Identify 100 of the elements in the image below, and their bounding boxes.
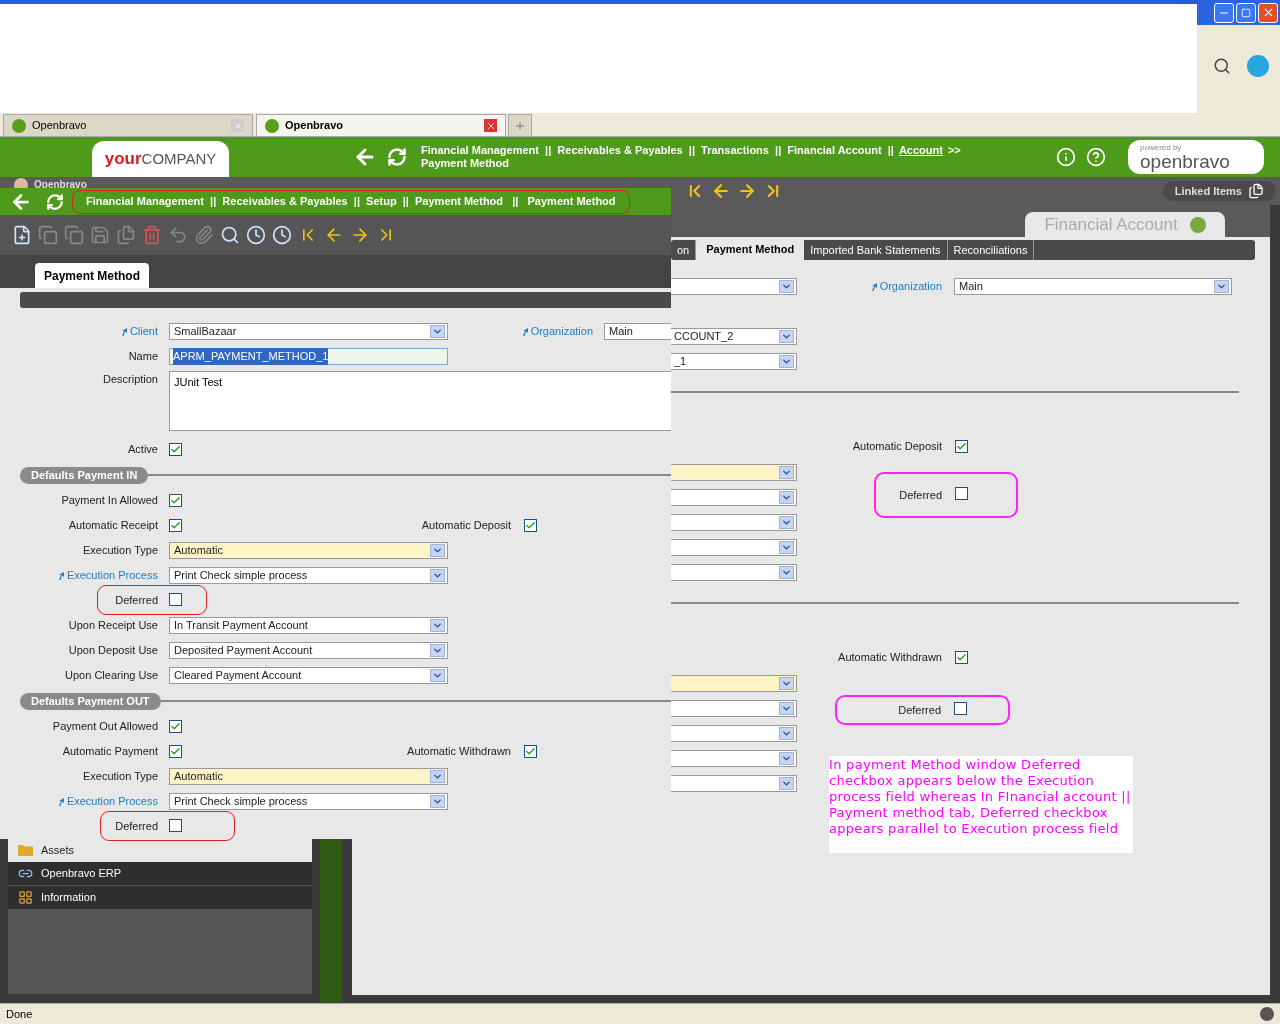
search-icon[interactable] — [1213, 57, 1231, 75]
toolbar-icon[interactable] — [220, 225, 240, 245]
checkbox[interactable] — [169, 442, 182, 456]
dropdown-field[interactable] — [669, 564, 797, 581]
field-label[interactable]: Execution Process — [66, 567, 158, 584]
maximize-button[interactable] — [1236, 2, 1256, 23]
field-label: Deferred — [114, 819, 158, 835]
tab[interactable]: Payment Method — [35, 263, 149, 288]
dropdown-field[interactable] — [669, 725, 797, 742]
close-button[interactable] — [1258, 2, 1278, 23]
breadcrumb-link[interactable]: Account — [898, 144, 943, 157]
dropdown-field[interactable] — [669, 700, 797, 717]
info-icon[interactable] — [1056, 147, 1076, 167]
dropdown-field[interactable]: SmallBazaar — [169, 323, 448, 340]
logo-icon — [12, 118, 26, 133]
dropdown-field[interactable]: Automatic — [169, 542, 448, 559]
text-area[interactable]: JUnit Test — [169, 371, 671, 431]
tab[interactable]: Reconciliations — [947, 240, 1035, 260]
field-label[interactable]: Execution Process — [66, 793, 158, 810]
refresh-icon[interactable] — [46, 192, 64, 211]
caret-icon — [430, 325, 445, 338]
field-label: Upon Clearing Use — [65, 668, 158, 684]
field-label: Automatic Withdrawn — [837, 650, 942, 666]
checkbox[interactable] — [955, 650, 968, 664]
linked-items-button[interactable]: Linked Items — [1162, 181, 1276, 201]
tab[interactable]: Imported Bank Statements — [804, 240, 948, 260]
dropdown-field[interactable]: Print Check simple process — [169, 567, 448, 584]
navigation-icon[interactable] — [737, 181, 757, 201]
caret-icon — [779, 702, 794, 715]
tab[interactable]: Payment Method — [696, 238, 805, 260]
field-label: Name — [127, 349, 158, 365]
dropdown-field[interactable] — [669, 278, 797, 295]
checkbox[interactable] — [524, 518, 537, 532]
close-tab-button[interactable] — [484, 119, 497, 132]
dropdown-field[interactable]: _1 — [669, 353, 797, 370]
minimize-button[interactable] — [1214, 2, 1234, 23]
text-field[interactable]: APRM_PAYMENT_METHOD_1 — [169, 348, 448, 365]
grid-icon — [18, 890, 33, 905]
dropdown-field[interactable] — [669, 464, 797, 481]
logo-icon — [1189, 216, 1206, 233]
dropdown-field[interactable] — [669, 675, 797, 692]
navigation-icon[interactable] — [711, 181, 731, 201]
field-label: Upon Deposit Use — [68, 643, 158, 659]
dropdown-field[interactable] — [669, 514, 797, 531]
field-label: Automatic Deposit — [420, 518, 511, 534]
dropdown-field[interactable]: Print Check simple process — [169, 793, 448, 810]
checkbox[interactable] — [169, 818, 182, 832]
caret-icon — [779, 330, 794, 343]
checkbox[interactable] — [169, 518, 182, 532]
caret-icon — [430, 619, 445, 632]
dropdown-field[interactable]: Automatic — [169, 768, 448, 785]
checkbox[interactable] — [955, 439, 968, 453]
caret-icon — [779, 677, 794, 690]
section-header: Defaults Payment IN — [20, 466, 149, 484]
dropdown-field[interactable] — [669, 775, 797, 792]
help-icon[interactable] — [1086, 147, 1106, 167]
link-arrow-icon — [870, 282, 878, 291]
caret-icon — [430, 644, 445, 657]
sidebar-item[interactable]: Information — [8, 886, 312, 910]
field-label: Upon Receipt Use — [68, 618, 158, 634]
field-label: Automatic Deposit — [851, 439, 942, 455]
user-name: Openbravo — [34, 180, 87, 190]
breadcrumb-path: Financial Management || Receivables & Payables || Transactions || Financial Account || — [421, 144, 894, 157]
checkbox[interactable] — [954, 702, 967, 715]
close-icon — [485, 120, 496, 131]
checkbox[interactable] — [955, 487, 968, 500]
dropdown-field[interactable]: In Transit Payment Account — [169, 617, 448, 634]
field-label: Automatic Payment — [61, 744, 158, 760]
browser-tab[interactable]: Openbravo — [256, 114, 506, 136]
checkbox[interactable] — [169, 744, 182, 758]
field-label[interactable]: Organization — [879, 278, 942, 295]
caret-icon — [430, 669, 445, 682]
link-arrow-icon — [57, 797, 65, 806]
dropdown-field[interactable] — [669, 750, 797, 767]
checkbox[interactable] — [169, 493, 182, 507]
checkbox[interactable] — [169, 592, 182, 606]
dropdown-field[interactable] — [669, 539, 797, 556]
breadcrumb-current: Payment Method — [421, 157, 510, 170]
field-label[interactable]: Organization — [530, 323, 593, 340]
section-header: Defaults Payment OUT — [20, 692, 161, 710]
dropdown-field[interactable]: Main — [604, 323, 671, 340]
link-arrow-icon — [120, 327, 128, 336]
checkbox[interactable] — [524, 744, 537, 758]
dropdown-field[interactable]: Deposited Payment Account — [169, 642, 448, 659]
dropdown-field[interactable]: Cleared Payment Account — [169, 667, 448, 684]
dropdown-field[interactable]: Main — [954, 278, 1232, 295]
field-label[interactable]: Client — [129, 323, 158, 340]
sidebar-item[interactable]: Openbravo ERP — [8, 862, 312, 886]
field-label: Deferred — [899, 487, 942, 503]
refresh-icon[interactable] — [387, 147, 407, 167]
toolbar-icon[interactable] — [12, 225, 32, 245]
dropdown-field[interactable]: CCOUNT_2 — [669, 328, 797, 345]
caret-icon — [430, 569, 445, 582]
checkbox[interactable] — [169, 719, 182, 733]
caret-icon — [1214, 280, 1229, 293]
dropdown-field[interactable] — [669, 489, 797, 506]
breadcrumb-more[interactable]: >> — [947, 144, 961, 157]
field-label: Active — [127, 442, 158, 458]
link-arrow-icon — [57, 571, 65, 580]
browser-tab[interactable]: Openbravo — [3, 114, 253, 136]
